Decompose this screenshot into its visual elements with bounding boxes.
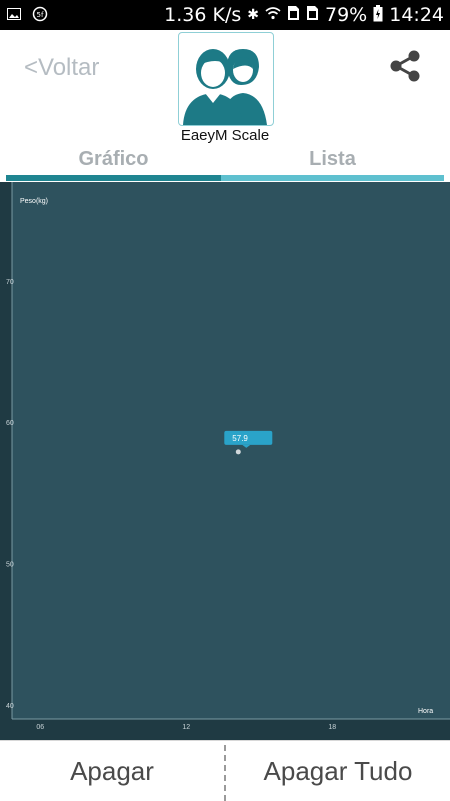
status-bar: 5f 1.36 K/s ✱ 79% 14:24	[0, 0, 450, 30]
data-point	[235, 449, 241, 455]
network-speed: 1.36 K/s	[164, 4, 242, 26]
delete-button[interactable]: Apagar	[0, 741, 224, 801]
y-tick-label: 50	[6, 562, 14, 569]
y-axis-title: Peso(kg)	[20, 198, 48, 205]
back-button[interactable]: <Voltar	[24, 54, 99, 82]
app-title: EaeyM Scale	[180, 127, 270, 144]
wifi-icon	[265, 6, 281, 24]
bluetooth-icon: ✱	[247, 7, 259, 23]
tab-grafico[interactable]: Gráfico	[6, 148, 221, 176]
status-right: 1.36 K/s ✱ 79% 14:24	[164, 4, 444, 26]
x-tick-label: 12	[182, 724, 190, 731]
svg-text:5f: 5f	[37, 11, 44, 19]
sync-icon: 5f	[32, 6, 48, 22]
bottom-bar: Apagar Apagar Tudo	[0, 740, 450, 801]
data-label: 57.9	[232, 434, 248, 443]
battery-percent: 79%	[325, 4, 368, 26]
clock: 14:24	[389, 4, 444, 26]
tab-bar: Gráfico Lista	[6, 148, 444, 182]
x-tick-label: 06	[36, 724, 44, 731]
sim1-icon	[287, 5, 300, 25]
y-tick-label: 70	[6, 279, 14, 286]
sim2-icon	[306, 5, 319, 25]
status-left: 5f	[6, 6, 48, 22]
battery-icon	[373, 4, 383, 26]
share-icon[interactable]	[387, 48, 423, 84]
y-tick-label: 40	[6, 703, 14, 710]
tab-indicator-inactive	[221, 175, 444, 181]
app-header: <Voltar EaeyM Scale	[0, 30, 450, 148]
chart-plot-area	[12, 182, 450, 719]
tab-lista[interactable]: Lista	[221, 148, 444, 176]
x-axis-title: Hora	[418, 708, 433, 715]
image-icon	[6, 6, 22, 22]
couple-logo-icon	[178, 32, 274, 126]
x-tick-label: 18	[328, 724, 336, 731]
delete-all-button[interactable]: Apagar Tudo	[226, 741, 450, 801]
weight-chart[interactable]: Peso(kg) Hora 40 50 60 70 06 12 18 57.9	[0, 182, 450, 740]
y-tick-label: 60	[6, 420, 14, 427]
tab-indicator-active	[6, 175, 221, 181]
